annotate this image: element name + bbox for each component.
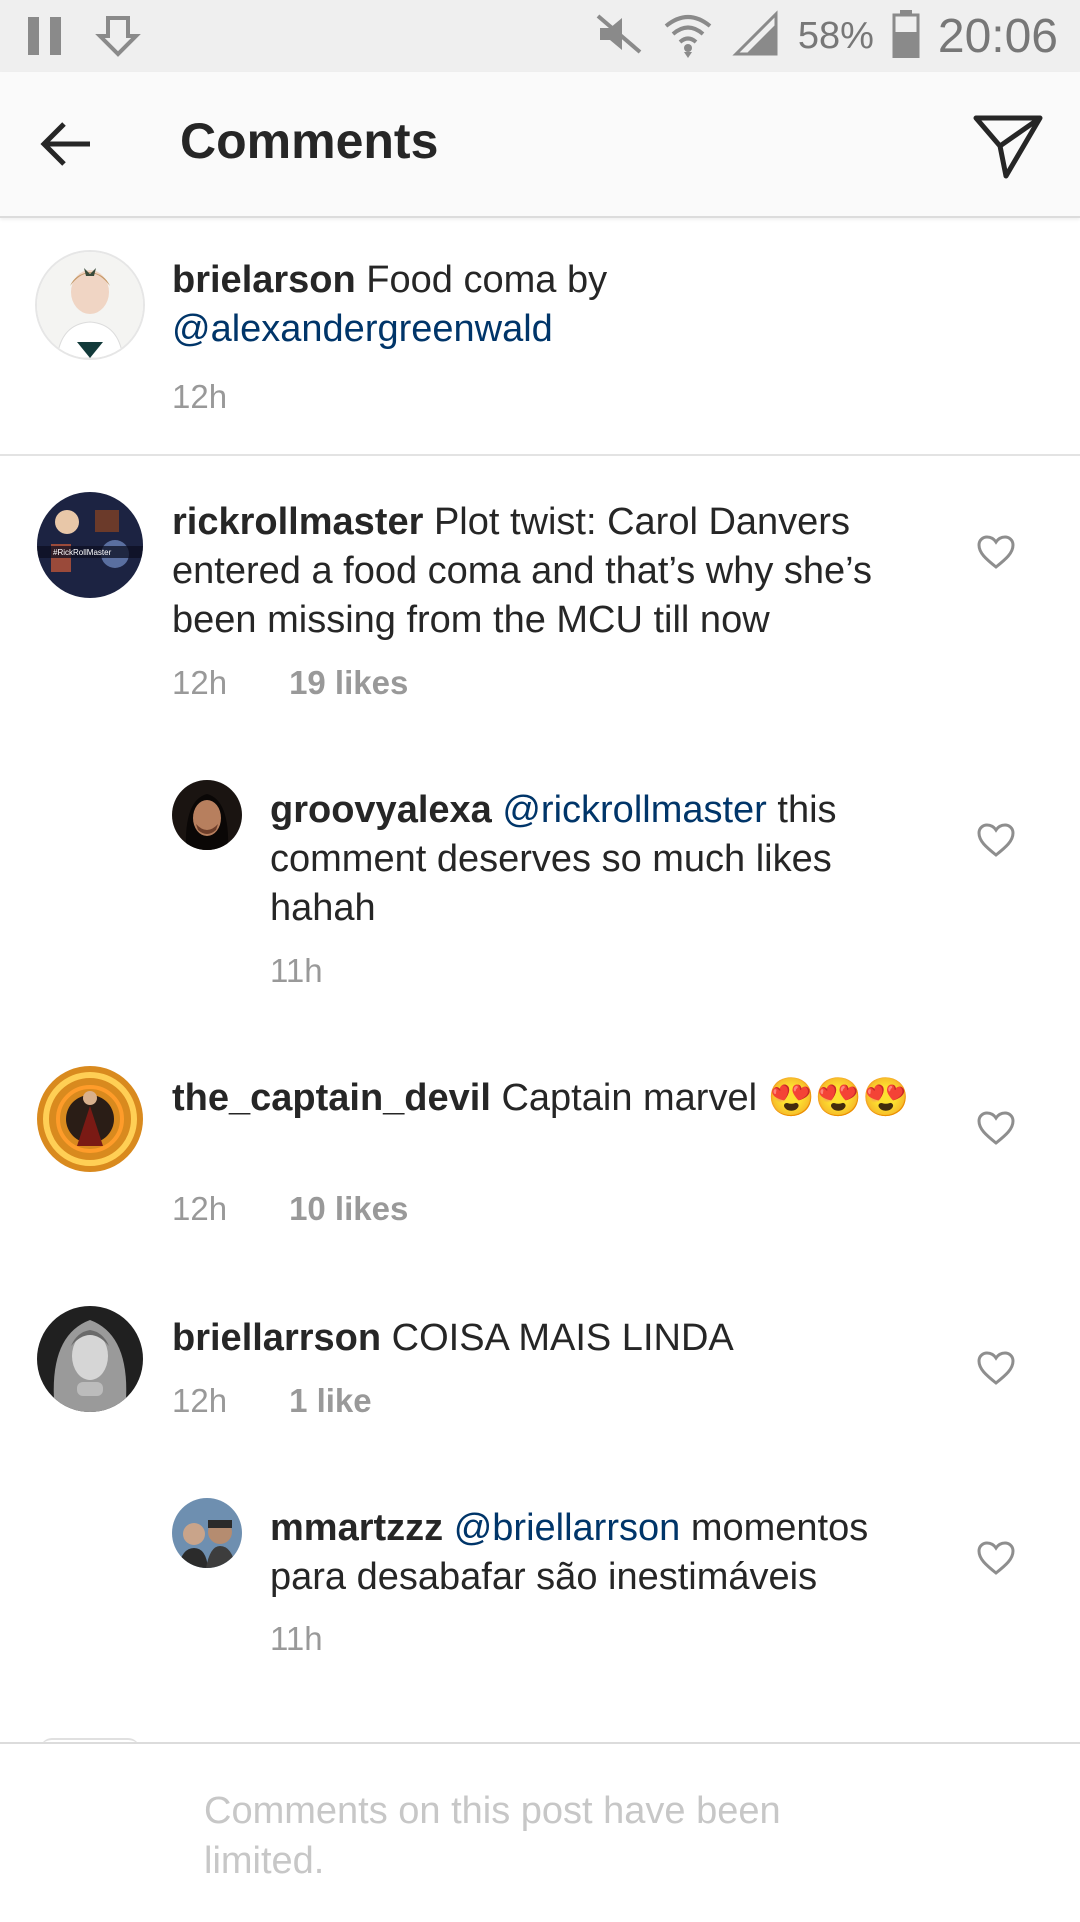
heart-icon bbox=[977, 535, 1015, 569]
avatar[interactable] bbox=[172, 1498, 242, 1568]
username[interactable]: rickrollmaster bbox=[172, 501, 423, 543]
download-icon bbox=[94, 14, 142, 63]
avatar[interactable] bbox=[37, 252, 143, 358]
timestamp: 12h bbox=[172, 1382, 228, 1419]
reply-item: mmartzzz @briellarrson momentos para des… bbox=[0, 1498, 1080, 1698]
battery-icon bbox=[892, 9, 920, 63]
caption-text: brielarson Food coma by @alexandergreenw… bbox=[172, 256, 952, 354]
likes-count[interactable]: 19 likes bbox=[289, 664, 408, 702]
username[interactable]: mmartzzz bbox=[270, 1507, 443, 1549]
username[interactable]: briellarrson bbox=[172, 1317, 381, 1359]
comment-text: briellarrson COISA MAIS LINDA bbox=[172, 1314, 932, 1363]
avatar[interactable]: #RickRollMaster bbox=[37, 492, 143, 598]
wifi-icon bbox=[662, 8, 714, 65]
avatar[interactable] bbox=[172, 780, 242, 850]
back-button[interactable] bbox=[38, 116, 108, 172]
status-bar: 58% 20:06 bbox=[0, 0, 1080, 72]
mention-link[interactable]: @rickrollmaster bbox=[502, 789, 766, 831]
comment-meta: 12h 10 likes bbox=[172, 1190, 408, 1228]
like-button[interactable] bbox=[976, 534, 1016, 570]
like-button[interactable] bbox=[976, 1110, 1016, 1146]
comment-text: rickrollmaster Plot twist: Carol Danvers… bbox=[172, 498, 952, 645]
like-button[interactable] bbox=[976, 1540, 1016, 1576]
signal-icon bbox=[732, 9, 780, 63]
like-button[interactable] bbox=[976, 1350, 1016, 1386]
avatar-label: #RickRollMaster bbox=[53, 548, 112, 557]
comment-item: briellarrson COISA MAIS LINDA 12h 1 like bbox=[0, 1306, 1080, 1466]
timestamp: 11h bbox=[270, 1620, 323, 1657]
mention-link[interactable]: @briellarrson bbox=[454, 1507, 681, 1549]
direct-send-button[interactable] bbox=[970, 108, 1046, 184]
heart-icon bbox=[977, 1541, 1015, 1575]
heart-icon bbox=[977, 1351, 1015, 1385]
comment-meta: 12h 19 likes bbox=[172, 664, 408, 702]
likes-count[interactable]: 10 likes bbox=[289, 1190, 408, 1228]
heart-icon bbox=[977, 823, 1015, 857]
post-caption: brielarson Food coma by @alexandergreenw… bbox=[0, 218, 1080, 456]
comment-body: Captain marvel 😍😍😍 bbox=[501, 1077, 910, 1119]
pause-icon bbox=[26, 15, 64, 62]
comment-text: mmartzzz @briellarrson momentos para des… bbox=[270, 1504, 950, 1602]
comment-body: COISA MAIS LINDA bbox=[391, 1317, 734, 1359]
comment-item: the_captain_devil Captain marvel 😍😍😍 12h… bbox=[0, 1066, 1080, 1266]
avatar[interactable] bbox=[37, 1066, 143, 1172]
app-bar: Comments bbox=[0, 72, 1080, 218]
comments-limited-notice: Comments on this post have been limited. bbox=[204, 1790, 781, 1882]
username[interactable]: the_captain_devil bbox=[172, 1077, 491, 1119]
username[interactable]: brielarson bbox=[172, 259, 356, 301]
timestamp: 11h bbox=[270, 952, 323, 989]
clock: 20:06 bbox=[937, 9, 1058, 63]
battery-percent: 58% bbox=[797, 14, 874, 57]
caption-meta: 12h bbox=[172, 378, 227, 416]
mention-link[interactable]: @alexandergreenwald bbox=[172, 308, 553, 350]
page-title: Comments bbox=[180, 113, 439, 169]
comment-text: groovyalexa @rickrollmaster this comment… bbox=[270, 786, 930, 933]
timestamp: 12h bbox=[172, 664, 228, 701]
comment-item: #RickRollMaster rickrollmaster Plot twis… bbox=[0, 456, 1080, 706]
comment-meta: 11h bbox=[270, 952, 323, 990]
comments-limited-footer: Comments on this post have been limited. bbox=[0, 1742, 1080, 1922]
mute-icon bbox=[594, 12, 644, 61]
timestamp: 12h bbox=[172, 1190, 228, 1227]
avatar[interactable] bbox=[37, 1306, 143, 1412]
username[interactable]: groovyalexa bbox=[270, 789, 492, 831]
comment-meta: 11h bbox=[270, 1620, 323, 1658]
likes-count[interactable]: 1 like bbox=[289, 1382, 372, 1420]
like-button[interactable] bbox=[976, 822, 1016, 858]
timestamp: 12h bbox=[172, 378, 228, 415]
comment-meta: 12h 1 like bbox=[172, 1382, 372, 1420]
direct-send-icon bbox=[973, 115, 1043, 179]
heart-icon bbox=[977, 1111, 1015, 1145]
reply-item: groovyalexa @rickrollmaster this comment… bbox=[0, 780, 1080, 1000]
caption-body: Food coma by bbox=[366, 259, 608, 301]
back-arrow-icon bbox=[40, 122, 90, 166]
comment-text: the_captain_devil Captain marvel 😍😍😍 bbox=[172, 1074, 932, 1123]
